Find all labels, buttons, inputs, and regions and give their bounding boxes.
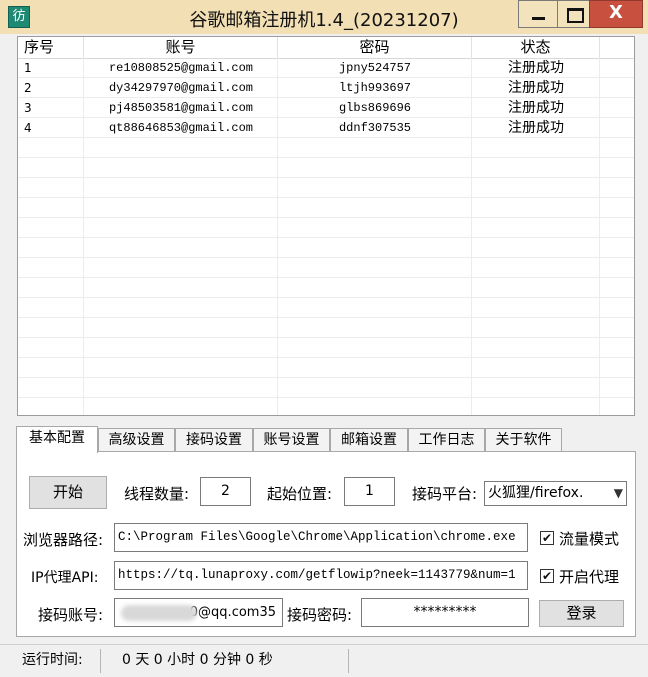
empty-row — [18, 398, 634, 415]
table-row[interactable]: 4 qt88646853@gmail.com ddnf307535 注册成功 — [18, 118, 634, 138]
tab-basic-config[interactable]: 基本配置 — [16, 426, 98, 453]
empty-row — [18, 358, 634, 378]
cell-status: 注册成功 — [508, 60, 564, 76]
column-divider — [277, 58, 278, 415]
maximize-icon — [567, 8, 584, 23]
cell-account: dy34297970@gmail.com — [108, 81, 254, 95]
sms-platform-label: 接码平台: — [412, 485, 478, 503]
table-header: 序号 账号 密码 状态 — [18, 37, 634, 59]
table-row[interactable]: 3 pj48503581@gmail.com glbs869696 注册成功 — [18, 98, 634, 118]
tab-account-settings[interactable]: 账号设置 — [253, 428, 330, 451]
sms-account-label: 接码账号: — [38, 606, 104, 624]
chevron-down-icon: ▼ — [613, 486, 623, 500]
column-header-password[interactable]: 密码 — [278, 37, 472, 58]
column-header-index[interactable]: 序号 — [18, 37, 84, 58]
empty-row — [18, 218, 634, 238]
empty-row — [18, 238, 634, 258]
tab-mailbox-settings[interactable]: 邮箱设置 — [330, 428, 408, 451]
table-row[interactable]: 1 re10808525@gmail.com jpny524757 注册成功 — [18, 58, 634, 78]
column-divider — [83, 58, 84, 415]
sms-account-input[interactable]: 0@qq.com35 — [114, 598, 283, 627]
cell-index: 2 — [24, 81, 32, 95]
empty-row — [18, 138, 634, 158]
sms-password-input[interactable]: ********* — [361, 598, 529, 627]
column-divider — [599, 58, 600, 415]
status-bar: 运行时间: 0 天 0 小时 0 分钟 0 秒 — [0, 644, 648, 677]
checkbox-check-icon: ✔ — [540, 531, 554, 545]
tab-advanced[interactable]: 高级设置 — [98, 428, 175, 451]
accounts-table[interactable]: 序号 账号 密码 状态 1 re10808525@gmail.com jpny524… — [17, 36, 635, 416]
title-bar: 彷 谷歌邮箱注册机1.4_(20231207) X — [0, 0, 648, 34]
tab-sms-settings[interactable]: 接码设置 — [175, 428, 253, 451]
minimize-icon — [532, 17, 545, 20]
sms-platform-select[interactable]: 火狐狸/firefox. ▼ — [484, 481, 627, 506]
cell-password: ltjh993697 — [338, 81, 411, 95]
empty-row — [18, 278, 634, 298]
empty-row — [18, 298, 634, 318]
login-button[interactable]: 登录 — [539, 600, 624, 627]
empty-row — [18, 318, 634, 338]
proxy-api-label: IP代理API: — [31, 570, 99, 586]
close-button[interactable]: X — [589, 0, 643, 28]
cell-password: ddnf307535 — [338, 121, 411, 135]
start-button[interactable]: 开始 — [29, 476, 107, 509]
tab-about[interactable]: 关于软件 — [485, 428, 562, 451]
proxy-api-input[interactable]: https://tq.lunaproxy.com/getflowip?neek=… — [114, 561, 528, 590]
close-icon: X — [609, 2, 623, 23]
redacted-text — [121, 605, 197, 621]
empty-row — [18, 338, 634, 358]
sms-account-value: 0@qq.com35 — [189, 605, 276, 620]
status-divider — [348, 649, 349, 673]
tab-work-log[interactable]: 工作日志 — [408, 428, 485, 451]
maximize-button[interactable] — [557, 0, 590, 28]
cell-index: 1 — [24, 61, 32, 75]
threads-input[interactable]: 2 — [200, 477, 251, 506]
enable-proxy-label: 开启代理 — [559, 568, 620, 586]
empty-row — [18, 198, 634, 218]
runtime-value: 0 天 0 小时 0 分钟 0 秒 — [122, 652, 273, 668]
sms-platform-value: 火狐狸/firefox. — [488, 485, 584, 501]
column-header-status[interactable]: 状态 — [472, 37, 600, 58]
empty-row — [18, 158, 634, 178]
empty-row — [18, 258, 634, 278]
column-header-account[interactable]: 账号 — [84, 37, 278, 58]
cell-account: pj48503581@gmail.com — [108, 101, 254, 115]
browser-path-input[interactable]: C:\Program Files\Google\Chrome\Applicati… — [114, 523, 528, 552]
cell-password: jpny524757 — [338, 61, 411, 75]
cell-account: qt88646853@gmail.com — [108, 121, 254, 135]
cell-status: 注册成功 — [508, 120, 564, 136]
cell-index: 3 — [24, 101, 32, 115]
status-divider — [100, 649, 101, 673]
cell-index: 4 — [24, 121, 32, 135]
column-divider — [471, 58, 472, 415]
checkbox-check-icon: ✔ — [540, 569, 554, 583]
cell-status: 注册成功 — [508, 100, 564, 116]
start-position-label: 起始位置: — [267, 485, 333, 503]
cell-status: 注册成功 — [508, 80, 564, 96]
browser-path-label: 浏览器路径: — [23, 531, 104, 549]
basic-config-panel: 开始 线程数量: 2 起始位置: 1 接码平台: 火狐狸/firefox. ▼ … — [16, 451, 636, 637]
cell-password: glbs869696 — [338, 101, 411, 115]
start-position-input[interactable]: 1 — [344, 477, 395, 506]
empty-row — [18, 378, 634, 398]
empty-row — [18, 178, 634, 198]
minimize-button[interactable] — [518, 0, 558, 28]
runtime-label: 运行时间: — [22, 652, 83, 668]
flow-mode-label: 流量模式 — [559, 530, 620, 548]
threads-label: 线程数量: — [124, 485, 190, 503]
sms-password-label: 接码密码: — [287, 606, 353, 624]
cell-account: re10808525@gmail.com — [108, 61, 254, 75]
table-row[interactable]: 2 dy34297970@gmail.com ltjh993697 注册成功 — [18, 78, 634, 98]
